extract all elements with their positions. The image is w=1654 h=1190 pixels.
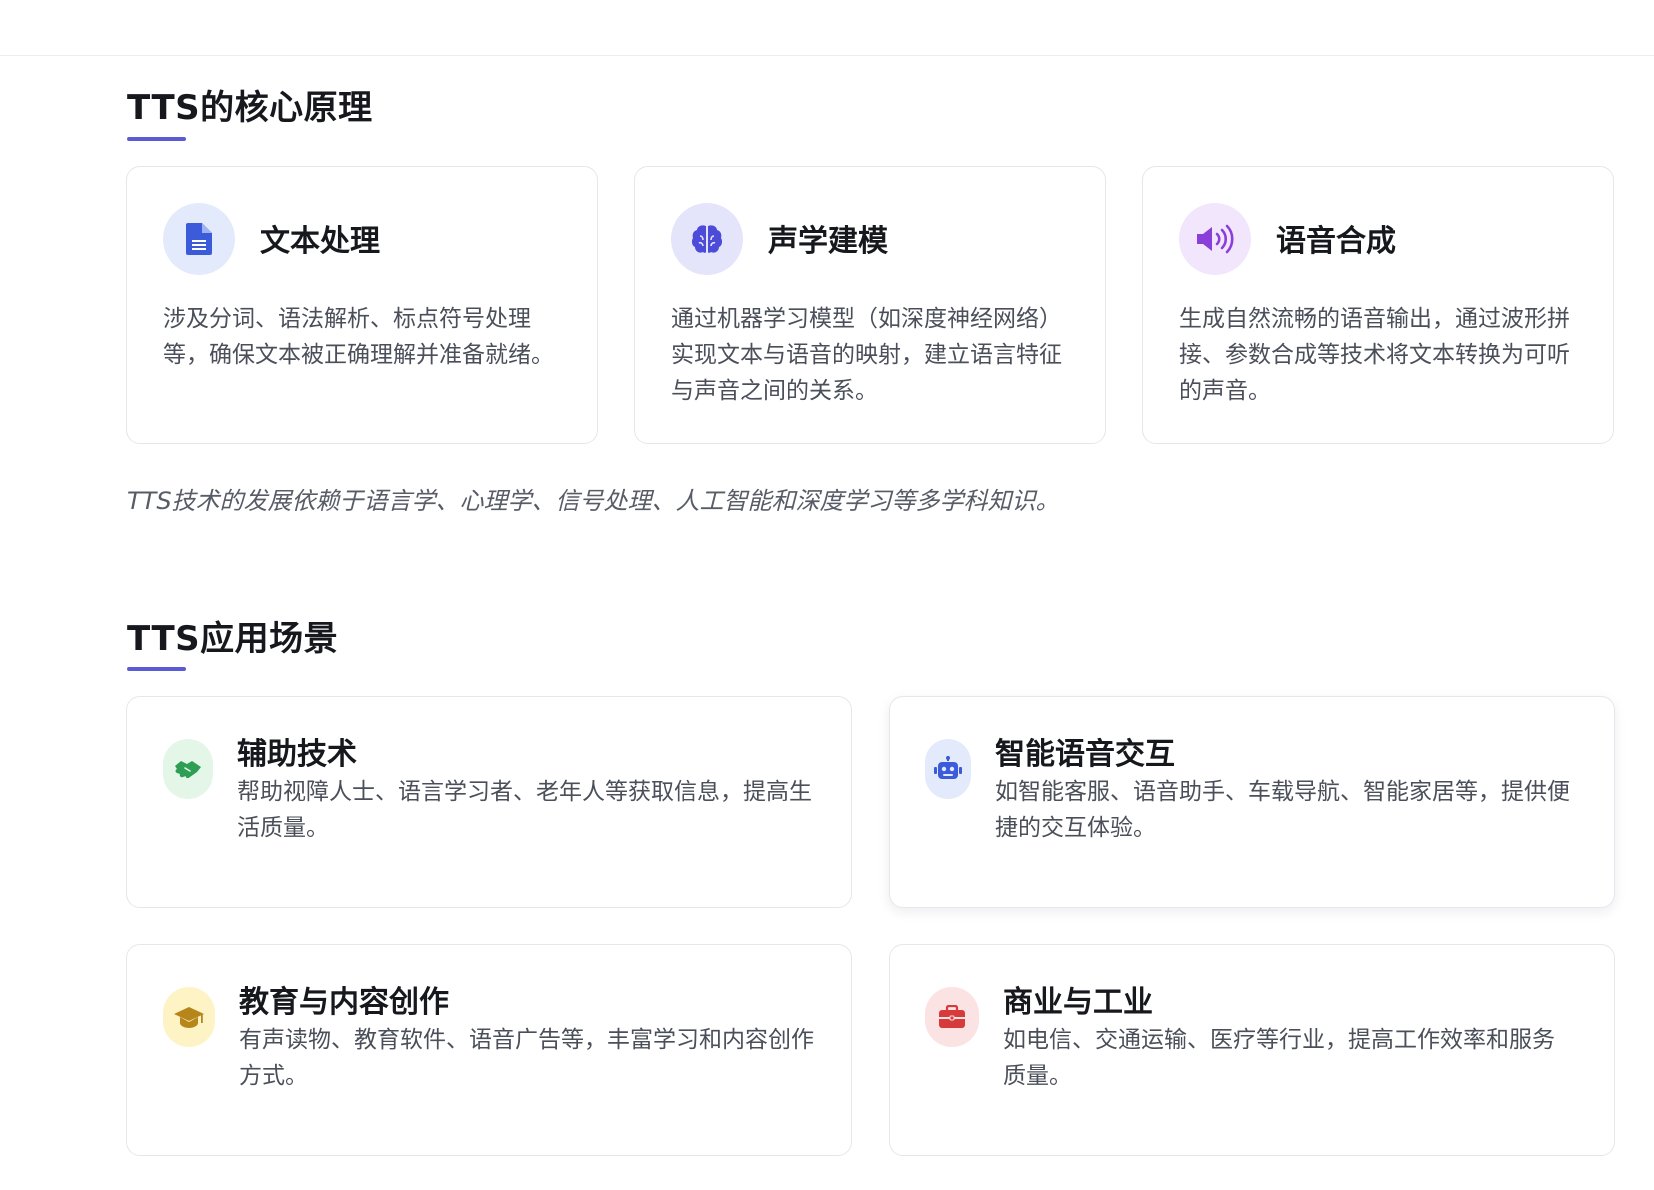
principles-note: TTS技术的发展依赖于语言学、心理学、信号处理、人工智能和深度学习等多学科知识。 [127, 487, 1060, 515]
section-title-principles: TTS的核心原理 [127, 88, 373, 128]
section-title-applications: TTS应用场景 [127, 619, 339, 659]
card-title: 声学建模 [768, 224, 888, 259]
card-title: 辅助技术 [237, 737, 357, 772]
card-description: 如电信、交通运输、医疗等行业，提高工作效率和服务质量。 [1003, 1027, 1555, 1089]
page: TTS的核心原理 文本处理 涉及分词、语法解析、标点符号处理等，确保文本被正确理… [0, 0, 1654, 1190]
speaker-icon [1179, 203, 1251, 275]
card-title: 文本处理 [260, 224, 380, 259]
principle-card-text-processing: 文本处理 涉及分词、语法解析、标点符号处理等，确保文本被正确理解并准备就绪。 [126, 166, 598, 444]
card-description: 帮助视障人士、语言学习者、老年人等获取信息，提高生活质量。 [237, 779, 812, 841]
robot-icon [925, 739, 971, 799]
section-title-underline [127, 137, 186, 141]
card-title: 智能语音交互 [995, 737, 1175, 772]
card-description: 如智能客服、语音助手、车载导航、智能家居等，提供便捷的交互体验。 [995, 779, 1570, 841]
application-card-voice-interaction: 智能语音交互 如智能客服、语音助手、车载导航、智能家居等，提供便捷的交互体验。 [889, 696, 1615, 908]
card-title: 商业与工业 [1003, 985, 1153, 1020]
principle-card-acoustic-modeling: 声学建模 通过机器学习模型（如深度神经网络）实现文本与语音的映射，建立语言特征与… [634, 166, 1106, 444]
graduation-cap-icon [163, 987, 215, 1047]
application-card-education: 教育与内容创作 有声读物、教育软件、语音广告等，丰富学习和内容创作方式。 [126, 944, 852, 1156]
application-card-business: 商业与工业 如电信、交通运输、医疗等行业，提高工作效率和服务质量。 [889, 944, 1615, 1156]
document-icon [163, 203, 235, 275]
card-description: 涉及分词、语法解析、标点符号处理等，确保文本被正确理解并准备就绪。 [163, 306, 554, 368]
card-description: 生成自然流畅的语音输出，通过波形拼接、参数合成等技术将文本转换为可听的声音。 [1179, 306, 1570, 404]
card-description: 有声读物、教育软件、语音广告等，丰富学习和内容创作方式。 [239, 1027, 814, 1089]
handshake-icon [163, 739, 213, 799]
section-title-underline [127, 667, 186, 671]
briefcase-icon [925, 987, 979, 1047]
top-bar [0, 0, 1654, 56]
card-description: 通过机器学习模型（如深度神经网络）实现文本与语音的映射，建立语言特征与声音之间的… [671, 306, 1062, 404]
card-title: 教育与内容创作 [239, 985, 449, 1020]
card-title: 语音合成 [1276, 224, 1396, 259]
principle-card-speech-synthesis: 语音合成 生成自然流畅的语音输出，通过波形拼接、参数合成等技术将文本转换为可听的… [1142, 166, 1614, 444]
application-card-assistive-tech: 辅助技术 帮助视障人士、语言学习者、老年人等获取信息，提高生活质量。 [126, 696, 852, 908]
brain-icon [671, 203, 743, 275]
